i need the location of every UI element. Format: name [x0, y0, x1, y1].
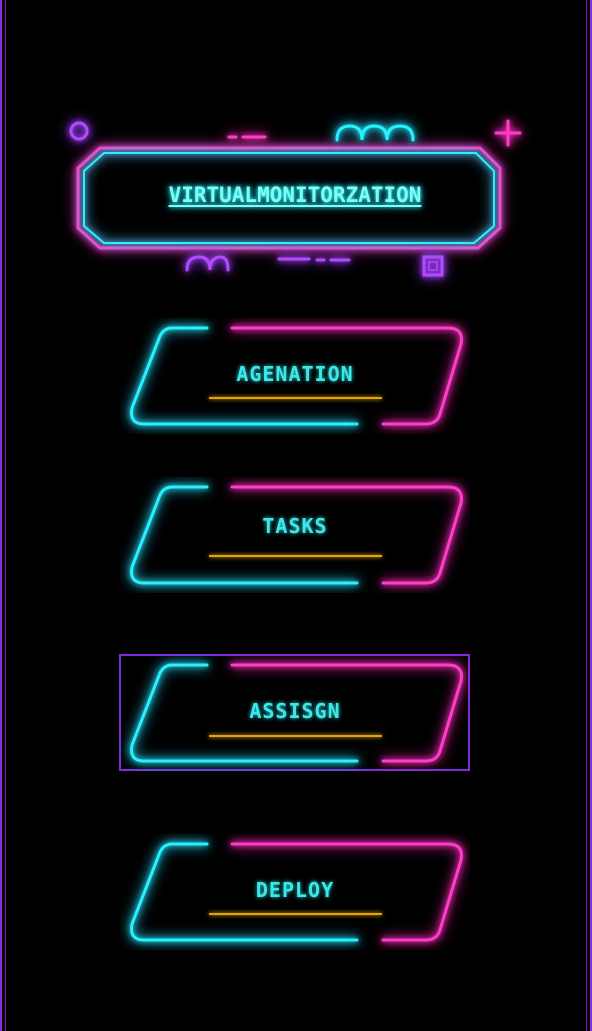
tasks-button[interactable]: TASKS	[120, 477, 470, 593]
dash-small-deco-icon	[277, 257, 351, 262]
circle-deco-icon	[69, 121, 89, 141]
button-underline	[209, 735, 382, 737]
button-underline	[209, 913, 382, 915]
app-title: VIRTUALMONITORZATION	[168, 183, 422, 207]
button-label: ASSISGN	[249, 699, 341, 723]
button-label: TASKS	[262, 514, 328, 538]
wave-deco-icon	[335, 124, 415, 142]
assisgn-button[interactable]: ASSISGN	[120, 655, 470, 771]
wave-small-deco-icon	[185, 255, 230, 272]
button-label: DEPLOY	[255, 878, 335, 902]
button-underline	[209, 397, 382, 399]
deploy-button[interactable]: DEPLOY	[120, 834, 470, 950]
title-panel-graphic	[69, 119, 522, 277]
plus-deco-icon	[494, 119, 522, 147]
button-underline	[209, 555, 382, 557]
square-deco-icon	[422, 255, 444, 277]
agenation-button[interactable]: AGENATION	[120, 318, 470, 434]
button-label: AGENATION	[236, 362, 354, 386]
